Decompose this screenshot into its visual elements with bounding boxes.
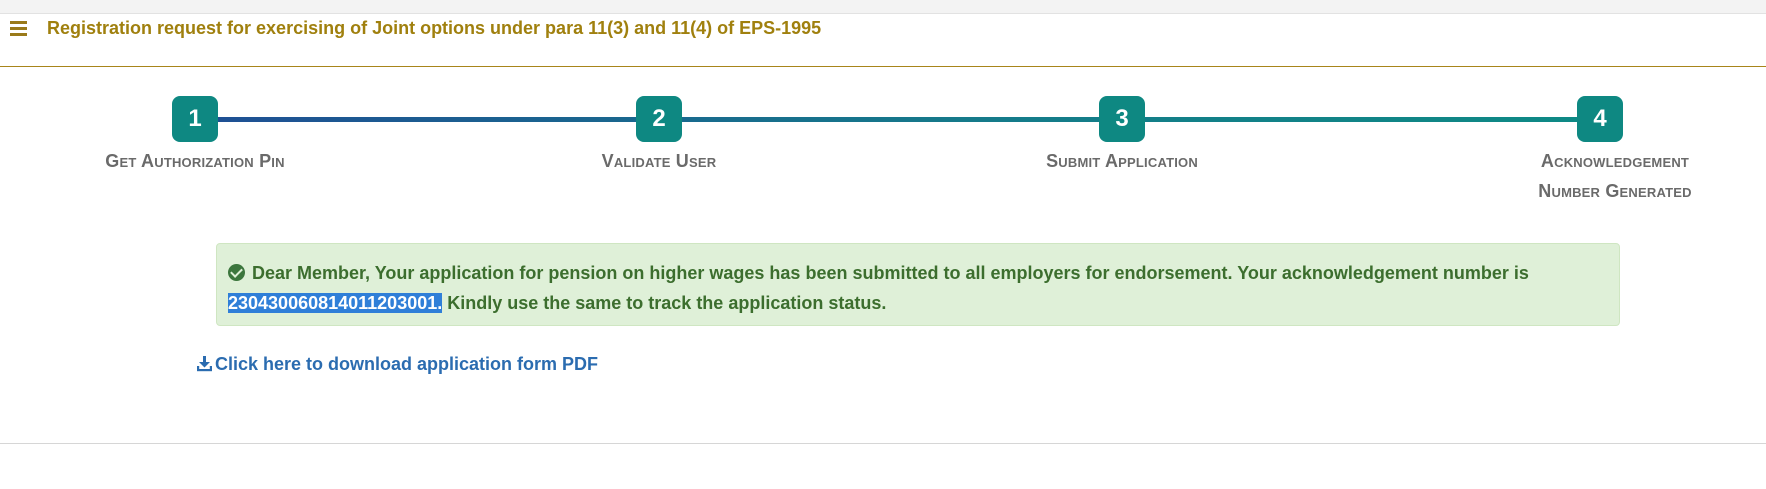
step-1-badge[interactable]: 1: [172, 96, 218, 142]
download-link-label: Click here to download application form …: [215, 354, 599, 374]
acknowledgement-number[interactable]: 230430060814011203001.: [228, 293, 443, 313]
step-2-badge[interactable]: 2: [636, 96, 682, 142]
browser-top-strip: [0, 0, 1766, 14]
page-title: Registration request for exercising of J…: [47, 18, 822, 38]
step-3-label: Submit Application: [1046, 151, 1198, 171]
download-pdf-link[interactable]: Click here to download application form …: [196, 354, 598, 375]
step-4-label: Acknowledgement Number Generated: [1538, 151, 1692, 201]
alert-message: Dear Member, Your application for pensio…: [252, 263, 1529, 283]
divider: [0, 443, 1766, 444]
step-4-badge[interactable]: 4: [1577, 96, 1623, 142]
step-2-label: Validate User: [601, 151, 717, 171]
download-icon: [197, 356, 212, 372]
step-1-label: Get Authorization Pin: [105, 151, 285, 171]
page-header: Registration request for exercising of J…: [0, 14, 1766, 67]
hamburger-icon[interactable]: [10, 21, 27, 36]
check-circle-icon: [228, 264, 245, 281]
stepper-track: [195, 117, 1600, 122]
success-alert: Dear Member, Your application for pensio…: [216, 243, 1620, 326]
progress-stepper: 1 Get Authorization Pin 2 Validate User …: [0, 96, 1766, 206]
step-3-badge[interactable]: 3: [1099, 96, 1145, 142]
alert-message-end: Kindly use the same to track the applica…: [442, 293, 887, 313]
